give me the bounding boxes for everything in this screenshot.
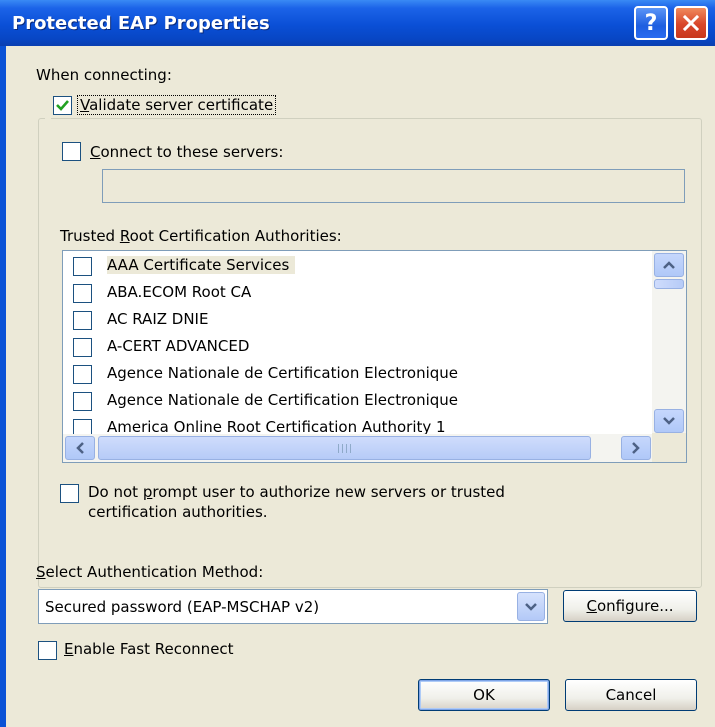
- item-checkbox[interactable]: [73, 365, 92, 384]
- no-prompt-label-line1: Do not prompt user to authorize new serv…: [88, 483, 505, 501]
- scrollbar-corner: [652, 433, 686, 462]
- trusted-root-list[interactable]: AAA Certificate Services ABA.ECOM Root C…: [62, 250, 687, 463]
- item-label: Agence Nationale de Certification Electr…: [107, 391, 459, 409]
- trusted-root-label: Trusted Root Certification Authorities:: [60, 227, 342, 245]
- connect-servers-checkbox[interactable]: [62, 142, 81, 161]
- list-item[interactable]: AC RAIZ DNIE: [63, 307, 653, 334]
- list-item[interactable]: AAA Certificate Services: [63, 253, 653, 280]
- list-item[interactable]: Agence Nationale de Certification Electr…: [63, 388, 653, 415]
- scroll-left-button[interactable]: [65, 436, 95, 460]
- horizontal-scrollbar[interactable]: ||||: [63, 434, 654, 462]
- help-button[interactable]: ?: [634, 6, 668, 40]
- ok-button[interactable]: OK: [418, 679, 550, 711]
- ok-label: OK: [473, 686, 495, 704]
- chevron-right-icon: [632, 442, 640, 454]
- vertical-scroll-thumb[interactable]: [654, 279, 684, 289]
- item-label: ABA.ECOM Root CA: [107, 283, 252, 301]
- cancel-button[interactable]: Cancel: [565, 679, 697, 711]
- auth-method-select[interactable]: Secured password (EAP-MSCHAP v2): [38, 589, 548, 624]
- close-button[interactable]: [674, 6, 708, 40]
- item-checkbox[interactable]: [73, 257, 92, 276]
- help-icon: ?: [644, 10, 658, 36]
- item-checkbox[interactable]: [73, 311, 92, 330]
- item-label: Agence Nationale de Certification Electr…: [107, 364, 459, 382]
- cancel-label: Cancel: [605, 686, 657, 704]
- scroll-down-button[interactable]: [654, 409, 684, 433]
- scroll-up-button[interactable]: [654, 253, 684, 277]
- vertical-scrollbar[interactable]: [652, 251, 686, 435]
- dialog-window: Protected EAP Properties ? When connecti…: [0, 0, 715, 727]
- item-label: AC RAIZ DNIE: [107, 310, 209, 328]
- horizontal-scroll-thumb[interactable]: ||||: [98, 436, 591, 460]
- dialog-body: When connecting: Validate server certifi…: [6, 46, 715, 727]
- checkmark-icon: [56, 100, 69, 111]
- fast-reconnect-checkbox[interactable]: [38, 641, 57, 660]
- close-icon: [682, 14, 700, 32]
- chevron-up-icon: [663, 261, 675, 269]
- item-label: A-CERT ADVANCED: [107, 337, 250, 355]
- when-connecting-label: When connecting:: [36, 66, 172, 84]
- item-label: AAA Certificate Services: [107, 256, 296, 274]
- window-title: Protected EAP Properties: [12, 13, 270, 34]
- configure-button[interactable]: Configure...: [563, 590, 697, 622]
- list-item[interactable]: Agence Nationale de Certification Electr…: [63, 361, 653, 388]
- auth-method-label: Select Authentication Method:: [36, 563, 264, 581]
- no-prompt-checkbox[interactable]: [60, 484, 79, 503]
- dropdown-button[interactable]: [517, 592, 545, 621]
- list-item[interactable]: ABA.ECOM Root CA: [63, 280, 653, 307]
- no-prompt-label-line2: certification authorities.: [88, 503, 268, 521]
- item-checkbox[interactable]: [73, 338, 92, 357]
- configure-label: Configure...: [586, 597, 674, 615]
- grip-icon: ||||: [337, 444, 354, 454]
- validate-cert-label: Validate server certificate: [77, 95, 277, 115]
- scroll-right-button[interactable]: [621, 436, 651, 460]
- item-checkbox[interactable]: [73, 392, 92, 411]
- validate-cert-checkbox[interactable]: [53, 96, 72, 115]
- chevron-down-icon: [663, 417, 675, 425]
- servers-input: [102, 169, 685, 203]
- validate-cert-option[interactable]: Validate server certificate: [45, 92, 277, 120]
- item-checkbox[interactable]: [73, 284, 92, 303]
- chevron-down-icon: [525, 602, 537, 611]
- connect-servers-label: Connect to these servers:: [90, 143, 284, 161]
- auth-method-value: Secured password (EAP-MSCHAP v2): [45, 598, 320, 616]
- title-bar[interactable]: Protected EAP Properties ?: [0, 0, 715, 46]
- chevron-left-icon: [76, 442, 84, 454]
- fast-reconnect-label: Enable Fast Reconnect: [64, 640, 234, 658]
- list-item[interactable]: A-CERT ADVANCED: [63, 334, 653, 361]
